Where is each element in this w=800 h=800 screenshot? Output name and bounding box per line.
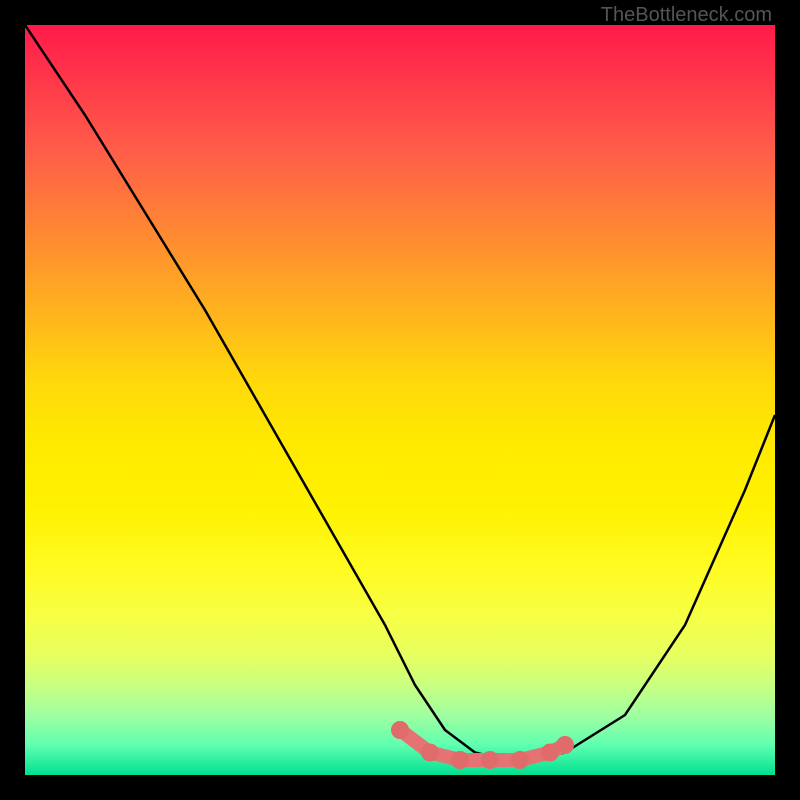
chart-container: TheBottleneck.com xyxy=(0,0,800,800)
bottleneck-curve xyxy=(25,25,775,760)
optimal-marker xyxy=(391,721,574,769)
watermark-text: TheBottleneck.com xyxy=(601,4,772,27)
curve-svg xyxy=(25,25,775,775)
plot-background xyxy=(25,25,775,775)
